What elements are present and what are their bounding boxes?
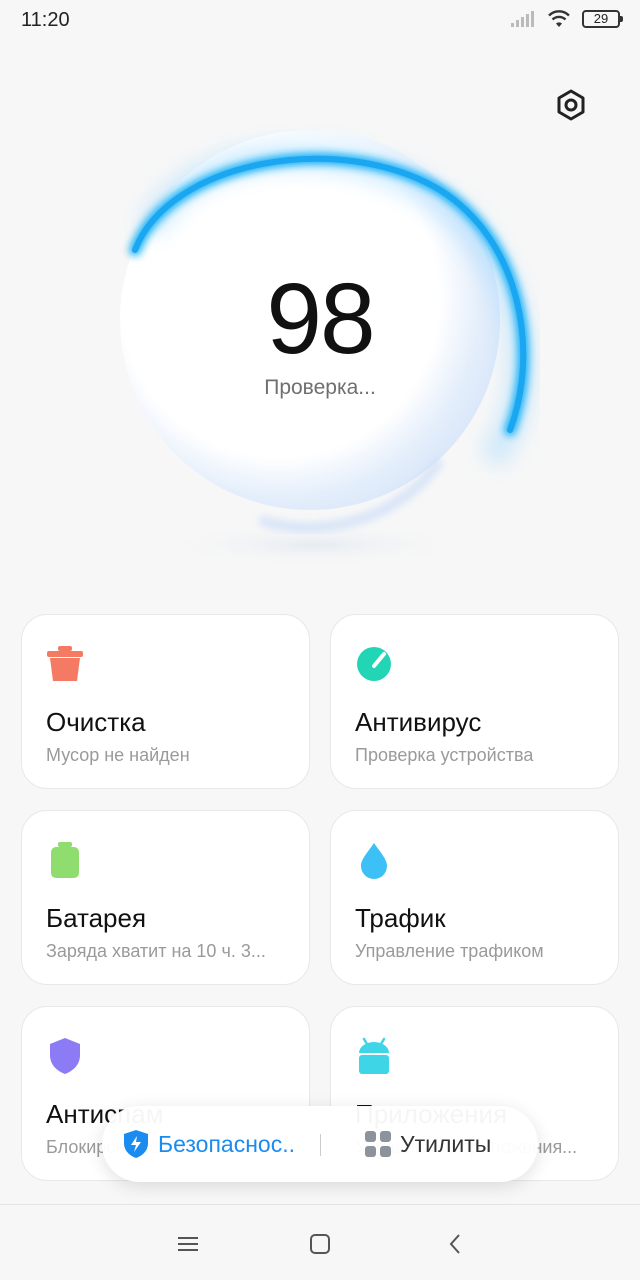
card-title: Батарея	[46, 903, 147, 933]
security-app-screen: 11:20 29 98 Проверка... Очистка Мусор не…	[0, 0, 640, 1280]
settings-button[interactable]	[550, 84, 592, 126]
battery-icon	[51, 842, 79, 878]
card-title: Антивирус	[355, 707, 482, 737]
bottom-tab-switcher: Безопаснос.. Утилиты	[102, 1106, 538, 1182]
card-title: Трафик	[355, 903, 446, 933]
back-button[interactable]	[440, 1231, 470, 1257]
back-chevron-icon	[449, 1234, 460, 1254]
status-time: 11:20	[21, 9, 70, 31]
system-nav-bar	[0, 1204, 640, 1280]
status-icons: 29	[510, 9, 623, 29]
tab-divider	[320, 1134, 321, 1156]
card-subtitle: Управление трафиком	[355, 941, 544, 961]
settings-hexagon-icon	[557, 89, 585, 121]
card-subtitle: Заряда хватит на 10 ч. 3...	[46, 941, 266, 961]
trash-icon	[47, 646, 83, 681]
home-button[interactable]	[305, 1231, 335, 1257]
scan-status-text: Проверка...	[264, 376, 376, 399]
tab-security[interactable]: Безопаснос..	[122, 1106, 295, 1182]
menu-button[interactable]	[173, 1231, 203, 1257]
tab-security-label: Безопаснос..	[158, 1130, 295, 1157]
tab-utilities[interactable]: Утилиты	[364, 1106, 491, 1182]
battery-icon: 29	[582, 10, 623, 28]
shield-bolt-icon	[124, 1130, 148, 1158]
security-score-value: 98	[266, 263, 375, 375]
wifi-icon	[548, 10, 570, 27]
status-bar: 11:20 29	[0, 0, 640, 40]
card-antivirus[interactable]: Антивирус Проверка устройства	[330, 614, 619, 789]
menu-icon	[178, 1237, 198, 1251]
card-subtitle: Проверка устройства	[355, 745, 534, 765]
signal-icon	[511, 11, 534, 27]
card-subtitle: Мусор не найден	[46, 745, 190, 765]
water-drop-icon	[361, 843, 387, 879]
tab-utilities-label: Утилиты	[400, 1130, 492, 1157]
home-square-icon	[310, 1234, 330, 1254]
grid-icon	[365, 1131, 391, 1157]
card-cleaner[interactable]: Очистка Мусор не найден	[21, 614, 310, 789]
android-icon	[359, 1037, 389, 1074]
card-battery[interactable]: Батарея Заряда хватит на 10 ч. 3...	[21, 810, 310, 985]
card-traffic[interactable]: Трафик Управление трафиком	[330, 810, 619, 985]
shield-icon	[50, 1038, 80, 1074]
antivirus-gauge-icon	[357, 647, 391, 681]
card-title: Очистка	[46, 707, 146, 737]
